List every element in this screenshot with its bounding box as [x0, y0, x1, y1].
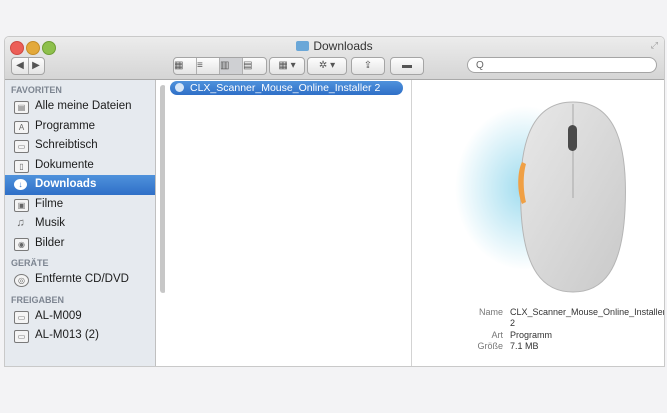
file-info-panel: Name CLX_Scanner_Mouse_Online_Installer … [413, 307, 664, 352]
sidebar-item-musik[interactable]: ♫ Musik [5, 214, 155, 234]
search-input[interactable]: Q [467, 57, 657, 73]
music-icon: ♫ [16, 217, 25, 229]
info-size-value: 7.1 MB [510, 341, 539, 351]
info-name-label: Name [478, 307, 503, 317]
sidebar-item-label: Dokumente [35, 158, 94, 171]
sidebar-section-header: FAVORITEN [11, 85, 62, 95]
sidebar-item-label: Schreibtisch [35, 139, 98, 151]
gear-icon: ✲ ▾ [318, 60, 336, 71]
fullscreen-icon[interactable]: ⤢ [651, 40, 658, 51]
remote-disc-icon: ◎ [14, 274, 29, 287]
sidebar: FAVORITEN ▤ Alle meine Dateien A Programme… [5, 80, 156, 366]
sidebar-item-label: Bilder [35, 236, 65, 249]
info-size-label: Größe [477, 341, 503, 351]
sidebar-item-al-m013[interactable]: ▭ AL-M013 (2) [5, 326, 155, 346]
folder-icon [296, 41, 310, 51]
sidebar-item-label: Programme [35, 119, 96, 132]
title-bar: Downloads ⤢ ◀ ▶ ▦ ≡ ▥ ▤ ▦ ▾ ✲ ▾ ⇪ ▬ Q [5, 37, 664, 80]
pictures-icon: ◉ [14, 237, 29, 251]
action-button[interactable]: ✲ ▾ [307, 57, 347, 75]
sidebar-item-al-m009[interactable]: ▭ AL-M009 [5, 307, 155, 327]
edit-tags-button[interactable]: ▬ [390, 57, 424, 75]
documents-icon: ▯ [14, 159, 29, 173]
info-name-value: CLX_Scanner_Mouse_Online_Installer 2 [510, 307, 665, 328]
sidebar-item-label: Entfernte CD/DVD [35, 273, 129, 285]
sidebar-item-label: Filme [35, 197, 64, 210]
downloads-icon: ↓ [14, 179, 27, 190]
sidebar-item-schreibtisch[interactable]: ▭ Schreibtisch [5, 136, 155, 156]
desktop-icon: ▭ [14, 140, 29, 153]
info-kind-label: Art [491, 330, 503, 340]
cover-flow-icon[interactable]: ▤ [243, 58, 266, 74]
tag-icon: ▬ [402, 60, 412, 71]
sidebar-item-bilder[interactable]: ◉ Bilder [5, 234, 155, 254]
file-name: CLX_Scanner_Mouse_Online_Installer 2 [190, 82, 381, 94]
sidebar-item-label: Musik [35, 217, 66, 229]
arrange-button[interactable]: ▦ ▾ [269, 57, 305, 75]
column-view-icon[interactable]: ▥ [220, 58, 243, 74]
finder-window: Downloads ⤢ ◀ ▶ ▦ ≡ ▥ ▤ ▦ ▾ ✲ ▾ ⇪ ▬ Q FAVORI… [4, 36, 665, 367]
applications-icon: A [14, 120, 29, 134]
computer-icon: ▭ [14, 330, 29, 343]
installer-icon [175, 83, 184, 92]
info-kind-value: Programm [510, 330, 553, 340]
icon-view-icon[interactable]: ▦ [174, 58, 197, 74]
sidebar-item-label: AL-M013 (2) [35, 329, 99, 341]
sidebar-item-label: Downloads [35, 178, 97, 190]
sidebar-item-downloads[interactable]: ↓ Downloads [5, 175, 155, 195]
sidebar-section-header: GERÄTE [11, 258, 49, 268]
file-row-selected[interactable]: CLX_Scanner_Mouse_Online_Installer 2 [170, 81, 403, 95]
back-forward-buttons[interactable]: ◀ ▶ [11, 57, 45, 75]
all-files-icon: ▤ [14, 101, 29, 114]
movies-icon: ▣ [14, 198, 29, 212]
computer-icon: ▭ [14, 310, 29, 324]
forward-icon[interactable]: ▶ [29, 58, 44, 74]
sidebar-item-label: Alle meine Dateien [35, 100, 132, 112]
mouse-preview-image [455, 101, 626, 293]
list-view-icon[interactable]: ≡ [197, 58, 220, 74]
sidebar-item-programme[interactable]: A Programme [5, 117, 155, 137]
sidebar-item-label: AL-M009 [35, 309, 82, 322]
arrange-icon: ▦ ▾ [278, 60, 296, 71]
sidebar-item-remote-disc[interactable]: ◎ Entfernte CD/DVD [5, 270, 155, 290]
share-button[interactable]: ⇪ [351, 57, 385, 75]
sidebar-section-header: FREIGABEN [11, 294, 65, 305]
window-title: Downloads [5, 39, 664, 53]
view-mode-buttons[interactable]: ▦ ≡ ▥ ▤ [173, 57, 267, 75]
sidebar-item-dokumente[interactable]: ▯ Dokumente [5, 156, 155, 176]
sidebar-item-filme[interactable]: ▣ Filme [5, 195, 155, 215]
back-icon[interactable]: ◀ [13, 58, 29, 74]
sidebar-item-all-files[interactable]: ▤ Alle meine Dateien [5, 97, 155, 117]
share-icon: ⇪ [363, 60, 373, 71]
search-icon: Q [476, 60, 484, 71]
file-column: CLX_Scanner_Mouse_Online_Installer 2 [165, 80, 412, 366]
